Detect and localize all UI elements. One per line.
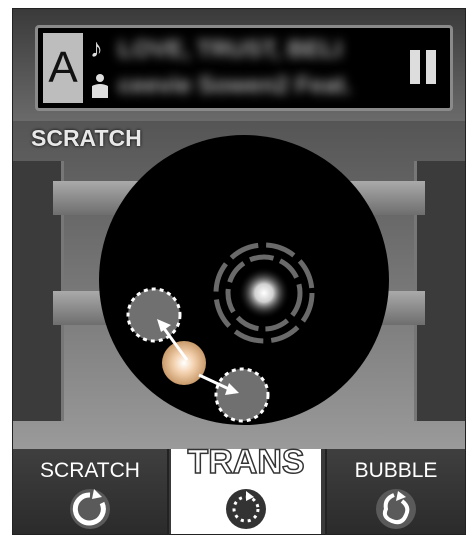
scratch-label: SCRATCH — [40, 459, 140, 482]
deck-indicator[interactable]: A — [43, 33, 83, 103]
artist-icon — [92, 74, 108, 98]
pause-icon — [410, 50, 420, 84]
trans-mode-button[interactable]: TRANS — [171, 442, 321, 534]
music-note-icon: ♪ — [90, 33, 103, 63]
touch-point-end — [214, 367, 270, 423]
touch-cursor — [162, 341, 206, 385]
pause-button[interactable] — [410, 50, 440, 88]
track-display: A ♪ LOVE, TRUST, BELI ceevie Sowen2 Feat… — [35, 25, 453, 111]
track-title: LOVE, TRUST, BELI — [118, 36, 343, 63]
track-artist: ceevie Sowen2 Feat. — [118, 72, 352, 99]
scratch-area: SCRATCH — [13, 121, 465, 449]
dotted-circle-icon — [226, 489, 266, 529]
top-bar: A ♪ LOVE, TRUST, BELI ceevie Sowen2 Feat… — [13, 9, 465, 121]
center-spindle — [238, 267, 290, 319]
trans-label: TRANS — [187, 442, 306, 482]
app-screen: A ♪ LOVE, TRUST, BELI ceevie Sowen2 Feat… — [12, 8, 466, 535]
bubble-arrow-icon — [376, 489, 416, 529]
rotate-arrow-icon — [70, 489, 110, 529]
turntable-disc[interactable] — [99, 135, 389, 425]
touch-point-start — [126, 287, 182, 343]
bubble-label: BUBBLE — [354, 459, 438, 482]
scratch-mode-button[interactable]: SCRATCH — [13, 449, 169, 534]
mode-bar: SCRATCH TRANS BUBBLE — [13, 442, 465, 534]
bubble-mode-button[interactable]: BUBBLE — [325, 449, 465, 534]
